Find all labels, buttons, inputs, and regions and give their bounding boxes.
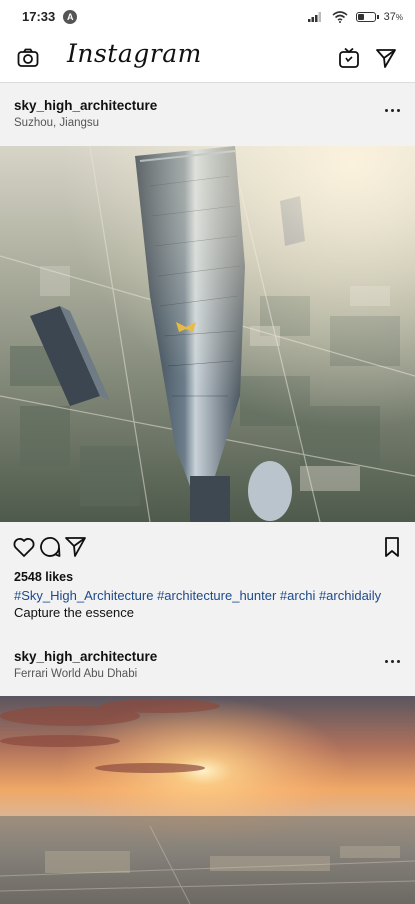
battery-unit: % <box>395 12 403 22</box>
comment-icon[interactable] <box>38 535 62 559</box>
battery-percent: 37 <box>383 10 396 23</box>
feed-post: sky_high_architecture Ferrari World Abu … <box>0 641 415 904</box>
feed-post: sky_high_architecture Suzhou, Jiangsu 25… <box>0 90 415 620</box>
post-image[interactable] <box>0 696 415 904</box>
camera-icon[interactable] <box>15 45 41 71</box>
battery-icon <box>355 11 379 22</box>
like-count[interactable]: 2548 likes <box>14 570 415 584</box>
post-header: sky_high_architecture Ferrari World Abu … <box>0 641 415 691</box>
instagram-logo: Instagram <box>67 39 202 68</box>
bookmark-icon[interactable] <box>380 535 404 559</box>
post-location[interactable]: Ferrari World Abu Dhabi <box>14 668 137 680</box>
app-header: Instagram <box>0 33 415 83</box>
notification-icon: A <box>63 9 78 24</box>
post-actions <box>0 522 415 570</box>
paper-plane-icon[interactable] <box>373 45 399 71</box>
post-username[interactable]: sky_high_architecture <box>14 649 157 664</box>
more-options-icon[interactable] <box>383 651 401 671</box>
sunset-photo <box>0 696 415 904</box>
post-caption: Capture the essence <box>14 605 134 620</box>
post-hashtags[interactable]: #Sky_High_Architecture #architecture_hun… <box>14 588 415 603</box>
status-bar: 17:33 A 37% <box>0 0 415 33</box>
post-header: sky_high_architecture Suzhou, Jiangsu <box>0 90 415 140</box>
post-image[interactable] <box>0 146 415 522</box>
share-icon[interactable] <box>64 535 88 559</box>
igtv-icon[interactable] <box>336 45 362 71</box>
wifi-icon <box>332 10 348 23</box>
post-username[interactable]: sky_high_architecture <box>14 98 157 113</box>
heart-icon[interactable] <box>12 535 36 559</box>
more-options-icon[interactable] <box>383 100 401 120</box>
post-location[interactable]: Suzhou, Jiangsu <box>14 117 99 129</box>
skyscraper-photo <box>0 146 415 522</box>
signal-icon <box>307 12 321 22</box>
status-time: 17:33 <box>22 9 56 24</box>
